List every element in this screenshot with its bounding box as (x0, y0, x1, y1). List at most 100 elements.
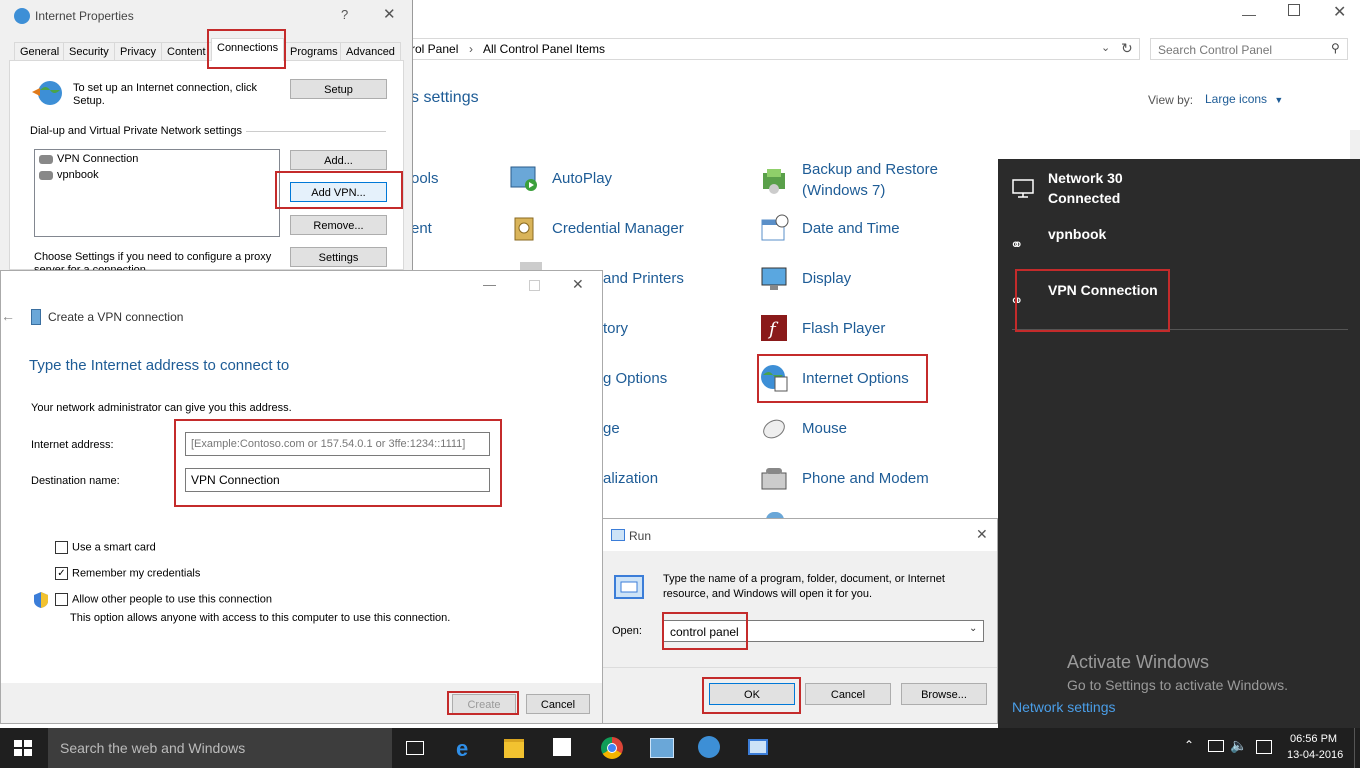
network-name[interactable]: Network 30 (1048, 170, 1123, 186)
cp-item-label: Internet Options (802, 369, 909, 387)
globe-icon (758, 362, 790, 394)
control-panel-taskbar-icon[interactable] (650, 738, 674, 758)
refresh-icon[interactable]: ↻ (1121, 40, 1133, 57)
run-dialog: Run ✕ Type the name of a program, folder… (602, 518, 998, 724)
back-arrow-icon[interactable]: ← (1, 308, 15, 324)
cp-item-partial-4[interactable]: tory (603, 320, 628, 337)
tab-security[interactable]: Security (63, 42, 115, 61)
view-by-value: Large icons (1205, 92, 1268, 106)
close-icon[interactable]: ✕ (1333, 2, 1346, 22)
clock-time[interactable]: 06:56 PM (1290, 733, 1337, 745)
add-button[interactable]: Add... (290, 150, 387, 170)
cp-item-partial-3[interactable]: and Printers (603, 270, 684, 287)
task-view-icon[interactable] (406, 741, 424, 755)
chevron-up-icon[interactable]: ⌃ (1184, 738, 1194, 752)
cp-item-date-time[interactable]: Date and Time (758, 208, 900, 248)
ok-button[interactable]: OK (709, 683, 795, 705)
volume-icon[interactable]: 🔈 (1230, 737, 1247, 754)
smart-card-checkbox[interactable]: Use a smart card (55, 541, 156, 554)
tab-content[interactable]: Content (161, 42, 212, 61)
show-desktop-button[interactable] (1354, 728, 1355, 768)
internet-options-taskbar-icon[interactable] (698, 736, 720, 758)
internet-address-input[interactable]: [Example:Contoso.com or 157.54.0.1 or 3f… (185, 432, 490, 456)
cp-item-flash-player[interactable]: f Flash Player (758, 308, 885, 348)
list-item[interactable]: vpnbook (39, 169, 99, 181)
view-by-dropdown[interactable]: Large icons ▼ (1205, 92, 1283, 106)
cp-item-autoplay[interactable]: AutoPlay (508, 158, 612, 198)
run-taskbar-icon[interactable] (748, 739, 768, 755)
vpn-item-vpn-connection[interactable]: VPN Connection (1048, 282, 1158, 298)
breadcrumb-separator: › (469, 42, 473, 56)
network-settings-link[interactable]: Network settings (1012, 699, 1115, 715)
settings-button[interactable]: Settings (290, 247, 387, 267)
maximize-icon[interactable] (1288, 4, 1300, 16)
clock-date[interactable]: 13-04-2016 (1287, 749, 1343, 761)
cp-item-display[interactable]: Display (758, 258, 851, 298)
network-status: Connected (1048, 190, 1121, 206)
address-bar[interactable]: rol Panel › All Control Panel Items ⌄ ↻ (410, 38, 1140, 60)
chevron-down-icon[interactable]: ⌄ (969, 623, 977, 634)
run-small-icon (611, 529, 625, 541)
cp-item-partial-1[interactable]: ools (411, 170, 439, 187)
chevron-down-icon[interactable]: ⌄ (1101, 41, 1110, 54)
notification-icon[interactable] (1256, 740, 1272, 754)
cp-item-credential-manager[interactable]: Credential Manager (508, 208, 684, 248)
edge-icon[interactable]: e (456, 736, 468, 762)
allow-others-checkbox[interactable]: Allow other people to use this connectio… (55, 593, 272, 606)
divider (1012, 329, 1348, 330)
cp-item-mouse[interactable]: Mouse (758, 408, 847, 448)
file-explorer-icon[interactable] (504, 739, 524, 758)
taskbar-search[interactable]: Search the web and Windows (48, 728, 392, 768)
cp-item-internet-options[interactable]: Internet Options (758, 358, 909, 398)
open-label: Open: (612, 625, 642, 637)
flash-player-icon: f (758, 312, 790, 344)
cp-item-partial-2[interactable]: ent (411, 220, 432, 237)
setup-button[interactable]: Setup (290, 79, 387, 99)
vpn-group-label: Dial-up and Virtual Private Network sett… (30, 125, 242, 137)
chevron-down-icon: ▼ (1274, 95, 1284, 105)
remove-button[interactable]: Remove... (290, 215, 387, 235)
credential-manager-icon (508, 212, 540, 244)
minimize-icon[interactable]: — (1242, 6, 1256, 22)
open-input[interactable]: control panel (670, 625, 739, 639)
close-icon[interactable]: ✕ (383, 5, 396, 23)
tab-advanced[interactable]: Advanced (340, 42, 401, 61)
start-button[interactable] (14, 740, 32, 756)
tab-privacy[interactable]: Privacy (114, 42, 163, 61)
network-tray-icon[interactable] (1208, 740, 1224, 752)
connections-list[interactable]: VPN Connection vpnbook (34, 149, 280, 237)
cp-item-partial-6[interactable]: ge (603, 420, 620, 437)
destination-name-input[interactable]: VPN Connection (185, 468, 490, 492)
tab-programs[interactable]: Programs (284, 42, 344, 61)
breadcrumb-all-items[interactable]: All Control Panel Items (483, 42, 605, 56)
cp-item-partial-5[interactable]: g Options (603, 370, 667, 387)
chrome-icon[interactable] (601, 737, 623, 759)
shield-icon (33, 591, 49, 612)
create-button[interactable]: Create (452, 694, 516, 714)
cp-item-phone-modem[interactable]: Phone and Modem (758, 458, 929, 498)
cp-item-backup-restore[interactable]: Backup and Restore (Windows 7) (758, 158, 952, 202)
destination-value: VPN Connection (191, 473, 280, 487)
cancel-button[interactable]: Cancel (805, 683, 891, 705)
cp-item-partial-7[interactable]: alization (603, 470, 658, 487)
cancel-button[interactable]: Cancel (526, 694, 590, 714)
network-monitor-icon (1012, 179, 1036, 204)
vpn-item-vpnbook[interactable]: vpnbook (1048, 226, 1106, 242)
browse-button[interactable]: Browse... (901, 683, 987, 705)
checkmark-icon: ✓ (55, 567, 68, 580)
list-item[interactable]: VPN Connection (39, 153, 138, 165)
store-icon[interactable] (553, 738, 571, 756)
close-icon[interactable]: ✕ (572, 276, 584, 293)
tab-connections[interactable]: Connections (211, 38, 285, 61)
search-control-panel-input[interactable]: Search Control Panel ⚲ (1150, 38, 1348, 60)
setup-text: To set up an Internet connection, click … (73, 82, 258, 107)
breadcrumb-control-panel[interactable]: rol Panel (411, 42, 458, 56)
tab-general[interactable]: General (14, 42, 66, 61)
minimize-icon[interactable]: — (483, 277, 496, 292)
devices-icon-partial (520, 262, 542, 270)
open-combobox[interactable]: control panel ⌄ (663, 620, 984, 642)
add-vpn-button[interactable]: Add VPN... (290, 182, 387, 202)
remember-credentials-checkbox[interactable]: ✓ Remember my credentials (55, 567, 200, 580)
help-icon[interactable]: ? (341, 7, 348, 22)
close-icon[interactable]: ✕ (976, 526, 988, 543)
